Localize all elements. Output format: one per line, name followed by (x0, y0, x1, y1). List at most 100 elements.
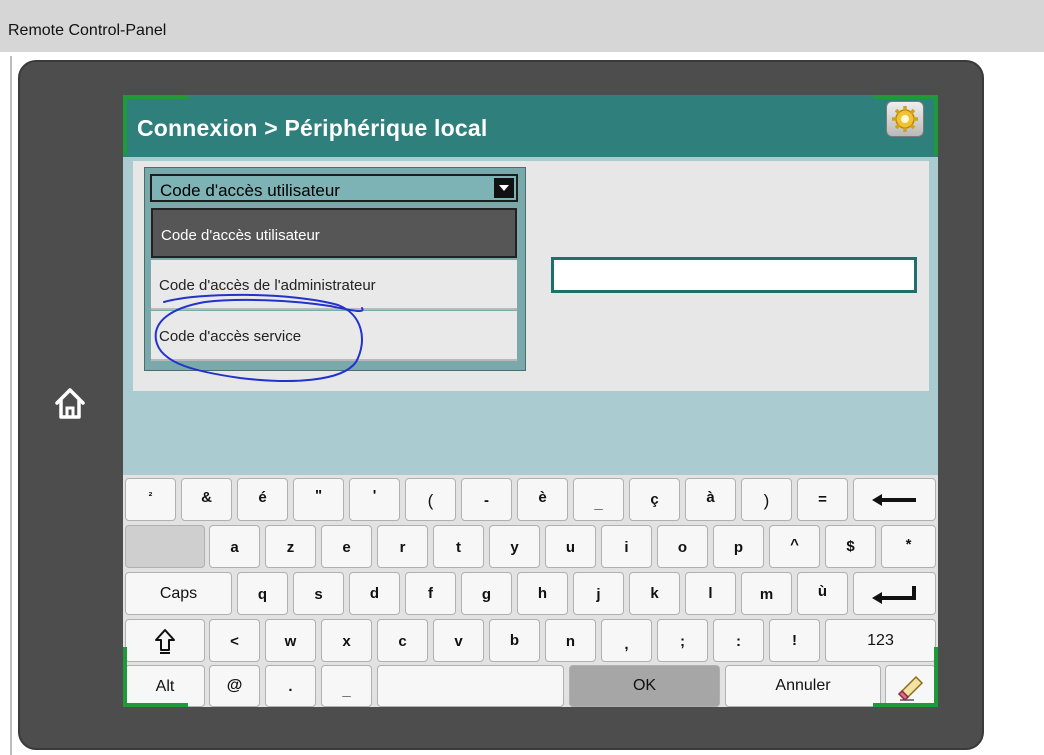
corner-accent (123, 703, 188, 707)
dropdown-option-service[interactable]: Code d'accès service (151, 311, 517, 361)
key[interactable]: ) (741, 478, 792, 521)
key[interactable]: f (405, 572, 456, 615)
key[interactable]: : (713, 619, 764, 662)
key[interactable]: ç (629, 478, 680, 521)
backspace-key[interactable] (853, 478, 936, 521)
key[interactable]: i (601, 525, 652, 568)
key[interactable]: s (293, 572, 344, 615)
key-label: v (454, 633, 463, 650)
key-label: Caps (159, 585, 198, 602)
key-label: - (484, 492, 489, 509)
key[interactable]: " (293, 478, 344, 521)
key[interactable]: ( (405, 478, 456, 521)
key[interactable]: a (209, 525, 260, 568)
chevron-down-icon[interactable] (494, 178, 514, 198)
key[interactable]: à (685, 478, 736, 521)
key[interactable]: . (265, 665, 316, 707)
key[interactable]: @ (209, 665, 260, 707)
key[interactable]: p (713, 525, 764, 568)
key[interactable]: q (237, 572, 288, 615)
corner-accent (123, 95, 127, 155)
key[interactable]: n (545, 619, 596, 662)
key-label: * (905, 536, 912, 553)
key-label: à (706, 489, 715, 506)
key-label: ; (680, 633, 685, 650)
key[interactable]: h (517, 572, 568, 615)
key[interactable]: g (461, 572, 512, 615)
key[interactable]: y (489, 525, 540, 568)
key[interactable]: o (657, 525, 708, 568)
key[interactable]: ² (125, 478, 176, 521)
password-field[interactable] (551, 257, 917, 293)
ok-button[interactable]: OK (569, 665, 720, 707)
key[interactable]: é (237, 478, 288, 521)
key[interactable]: * (881, 525, 936, 568)
key[interactable]: j (573, 572, 624, 615)
caps-key[interactable]: Caps (125, 572, 232, 615)
key-label: OK (632, 677, 657, 694)
key-label: @ (226, 677, 243, 694)
key-label: ² (148, 491, 153, 503)
key[interactable]: r (377, 525, 428, 568)
key[interactable]: t (433, 525, 484, 568)
key-label: ^ (790, 536, 799, 553)
key[interactable]: e (321, 525, 372, 568)
key[interactable]: è (517, 478, 568, 521)
numeric-key[interactable]: 123 (825, 619, 936, 662)
alt-key[interactable]: Alt (125, 665, 205, 707)
home-button[interactable] (52, 384, 88, 424)
key[interactable]: v (433, 619, 484, 662)
key[interactable]: ; (657, 619, 708, 662)
key[interactable]: c (377, 619, 428, 662)
key-label: h (537, 585, 548, 602)
dropdown-option-admin[interactable]: Code d'accès de l'administrateur (151, 260, 517, 310)
key[interactable]: d (349, 572, 400, 615)
home-icon (55, 388, 85, 419)
key[interactable]: x (321, 619, 372, 662)
blank-key[interactable] (125, 525, 205, 568)
backspace-arrow-icon (871, 494, 916, 506)
key-label: p (733, 539, 744, 556)
window-titlebar: Remote Control-Panel (0, 0, 1044, 52)
enter-key[interactable] (853, 572, 936, 615)
page-title: Connexion > Périphérique local (137, 115, 488, 141)
key[interactable]: l (685, 572, 736, 615)
key[interactable]: ^ (769, 525, 820, 568)
access-code-select[interactable]: Code d'accès utilisateur (150, 174, 518, 202)
key[interactable]: ù (797, 572, 848, 615)
key-label: f (428, 585, 433, 602)
clear-button[interactable] (885, 665, 936, 707)
key[interactable]: - (461, 478, 512, 521)
key[interactable]: ! (769, 619, 820, 662)
key-label: j (596, 586, 601, 603)
key-label: i (624, 539, 629, 556)
key[interactable]: $ (825, 525, 876, 568)
key[interactable]: b (489, 619, 540, 662)
key-label: ( (427, 491, 434, 510)
key[interactable]: u (545, 525, 596, 568)
window-left-border (10, 56, 12, 755)
key[interactable]: m (741, 572, 792, 615)
key[interactable]: w (265, 619, 316, 662)
key-label: z (286, 539, 295, 556)
key[interactable]: ' (349, 478, 400, 521)
dropdown-option-user[interactable]: Code d'accès utilisateur (151, 208, 517, 258)
key[interactable]: , (601, 619, 652, 662)
option-label: Code d'accès service (159, 328, 302, 345)
space-key[interactable] (377, 665, 564, 707)
key[interactable]: & (181, 478, 232, 521)
window-title: Remote Control-Panel (8, 22, 167, 39)
key[interactable]: z (265, 525, 316, 568)
key[interactable]: < (209, 619, 260, 662)
corner-accent (934, 647, 938, 707)
settings-button[interactable] (886, 101, 924, 137)
key[interactable]: = (797, 478, 848, 521)
key-label: b (509, 632, 520, 649)
key[interactable]: _ (573, 478, 624, 521)
key[interactable]: _ (321, 665, 372, 707)
key-label: _ (342, 682, 351, 699)
key[interactable]: k (629, 572, 680, 615)
key-label: a (230, 539, 239, 556)
shift-key[interactable] (125, 619, 205, 662)
cancel-button[interactable]: Annuler (725, 665, 881, 707)
